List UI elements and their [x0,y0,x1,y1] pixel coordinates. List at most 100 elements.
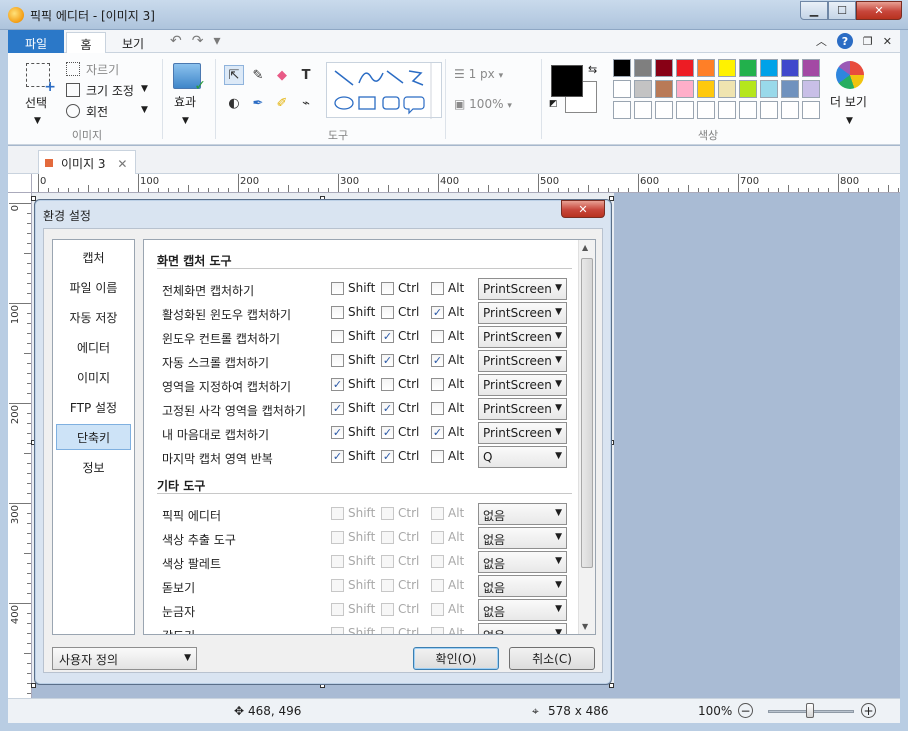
modifier-checkbox[interactable]: Ctrl [381,506,419,520]
color-swatch[interactable] [697,59,715,77]
color-swatch[interactable] [718,101,736,119]
color-swatch[interactable] [634,80,652,98]
key-select[interactable]: 없음 ▼ [478,503,567,525]
scroll-down-icon[interactable]: ▼ [582,622,588,631]
more-colors-dropdown-icon[interactable]: ▼ [846,116,853,126]
modifier-checkbox[interactable]: Ctrl [381,578,419,592]
qat-more-icon[interactable]: ▾ [213,33,220,49]
settings-nav-item[interactable]: 에디터 [56,334,131,360]
key-select[interactable]: PrintScreen ▼ [478,350,567,372]
preset-select[interactable]: 사용자 정의 ▼ [52,647,197,670]
modifier-checkbox[interactable]: Shift [331,353,375,367]
select-button[interactable]: 선택 [25,94,47,111]
key-select[interactable]: Q ▼ [478,446,567,468]
zoom-in-button[interactable]: + [861,703,876,718]
settings-nav-item[interactable]: FTP 설정 [56,394,131,420]
modifier-checkbox[interactable]: Alt [431,401,464,415]
document-tab[interactable]: 이미지 3 ✕ [38,150,137,174]
effect-dropdown-icon[interactable]: ▼ [182,116,189,126]
color-swatch[interactable] [613,101,631,119]
modifier-checkbox[interactable]: Ctrl [381,281,419,295]
color-swatch[interactable] [760,101,778,119]
modifier-checkbox[interactable]: Shift [331,578,375,592]
key-select[interactable]: 없음 ▼ [478,599,567,621]
modifier-checkbox[interactable]: Ctrl [381,530,419,544]
reset-colors-icon[interactable]: ◩ [549,99,558,109]
more-colors-icon[interactable] [836,61,864,89]
modifier-checkbox[interactable]: Ctrl [381,305,419,319]
modifier-checkbox[interactable]: ✓ Ctrl [381,353,419,367]
color-swatch[interactable] [613,80,631,98]
resize-handle[interactable] [31,683,36,688]
key-select[interactable]: PrintScreen ▼ [478,302,567,324]
color-swatch[interactable] [760,59,778,77]
dialog-close-button[interactable]: ✕ [561,200,605,218]
color-swatch[interactable] [655,59,673,77]
line-width-control[interactable]: ☰ 1 px ▾ [454,67,503,81]
key-select[interactable]: PrintScreen ▼ [478,422,567,444]
close-tab-icon[interactable]: ✕ [117,157,127,171]
key-select[interactable]: PrintScreen ▼ [478,326,567,348]
modifier-checkbox[interactable]: Shift [331,554,375,568]
select-icon[interactable] [26,63,56,95]
close-button[interactable]: ✕ [856,1,902,20]
effect-button[interactable]: 효과 [174,93,196,110]
color-swatch[interactable] [739,80,757,98]
line-width-dropdown-icon[interactable]: ▾ [499,71,504,81]
color-swatch[interactable] [613,59,631,77]
modifier-checkbox[interactable]: Alt [431,602,464,616]
key-select[interactable]: PrintScreen ▼ [478,278,567,300]
color-swatch[interactable] [802,80,820,98]
color-swatch[interactable] [739,101,757,119]
color-swatch[interactable] [676,101,694,119]
modifier-checkbox[interactable]: Shift [331,305,375,319]
rotate-button[interactable]: 회전 [86,103,108,120]
modifier-checkbox[interactable]: Ctrl [381,602,419,616]
key-select[interactable]: PrintScreen ▼ [478,374,567,396]
key-select[interactable]: 없음 ▼ [478,551,567,573]
effect-icon[interactable] [173,63,206,94]
maximize-button[interactable]: ☐ [828,1,856,20]
redo-icon[interactable]: ↷ [192,33,204,49]
color-swatch[interactable] [634,101,652,119]
swap-colors-icon[interactable]: ⇆ [588,63,597,76]
modifier-checkbox[interactable]: ✓ Ctrl [381,401,419,415]
color-swatch[interactable] [697,101,715,119]
fill-tool-icon[interactable]: ◐ [224,93,244,113]
collapse-ribbon-icon[interactable]: ︿ [816,33,827,49]
modifier-checkbox[interactable]: Alt [431,281,464,295]
modifier-checkbox[interactable]: Shift [331,530,375,544]
modifier-checkbox[interactable]: Alt [431,449,464,463]
modifier-checkbox[interactable]: Ctrl [381,377,419,391]
crop-button[interactable]: 자르기 [86,61,119,78]
color-swatch[interactable] [718,59,736,77]
close-doc-icon[interactable]: ✕ [883,35,892,48]
modifier-checkbox[interactable]: ✓ Shift [331,401,375,415]
modifier-checkbox[interactable]: ✓ Ctrl [381,329,419,343]
cancel-button[interactable]: 취소(C) [509,647,595,670]
modifier-checkbox[interactable]: Shift [331,626,375,634]
modifier-checkbox[interactable]: ✓ Ctrl [381,449,419,463]
restore-icon[interactable]: ❐ [863,35,873,48]
settings-nav-item[interactable]: 캡처 [56,244,131,270]
modifier-checkbox[interactable]: Shift [331,281,375,295]
modifier-checkbox[interactable]: ✓ Shift [331,377,375,391]
color-picker-tool-icon[interactable]: ⌁ [296,93,316,113]
tab-home[interactable]: 홈 [66,32,106,53]
color-swatch[interactable] [634,59,652,77]
ok-button[interactable]: 확인(O) [413,647,499,670]
modifier-checkbox[interactable]: Alt [431,506,464,520]
help-icon[interactable]: ? [836,33,853,49]
settings-nav-item[interactable]: 이미지 [56,364,131,390]
select-dropdown-icon[interactable]: ▼ [34,116,41,126]
color-swatch[interactable] [802,101,820,119]
modifier-checkbox[interactable]: Shift [331,329,375,343]
color-swatch[interactable] [676,80,694,98]
more-colors-button[interactable]: 더 보기 [830,93,867,110]
primary-color[interactable] [551,65,583,97]
settings-nav-item[interactable]: 단축키 [56,424,131,450]
scrollbar-thumb[interactable] [581,258,593,568]
minimize-button[interactable]: ▁ [800,1,828,20]
tab-view[interactable]: 보기 [112,32,154,53]
key-select[interactable]: 없음 ▼ [478,527,567,549]
